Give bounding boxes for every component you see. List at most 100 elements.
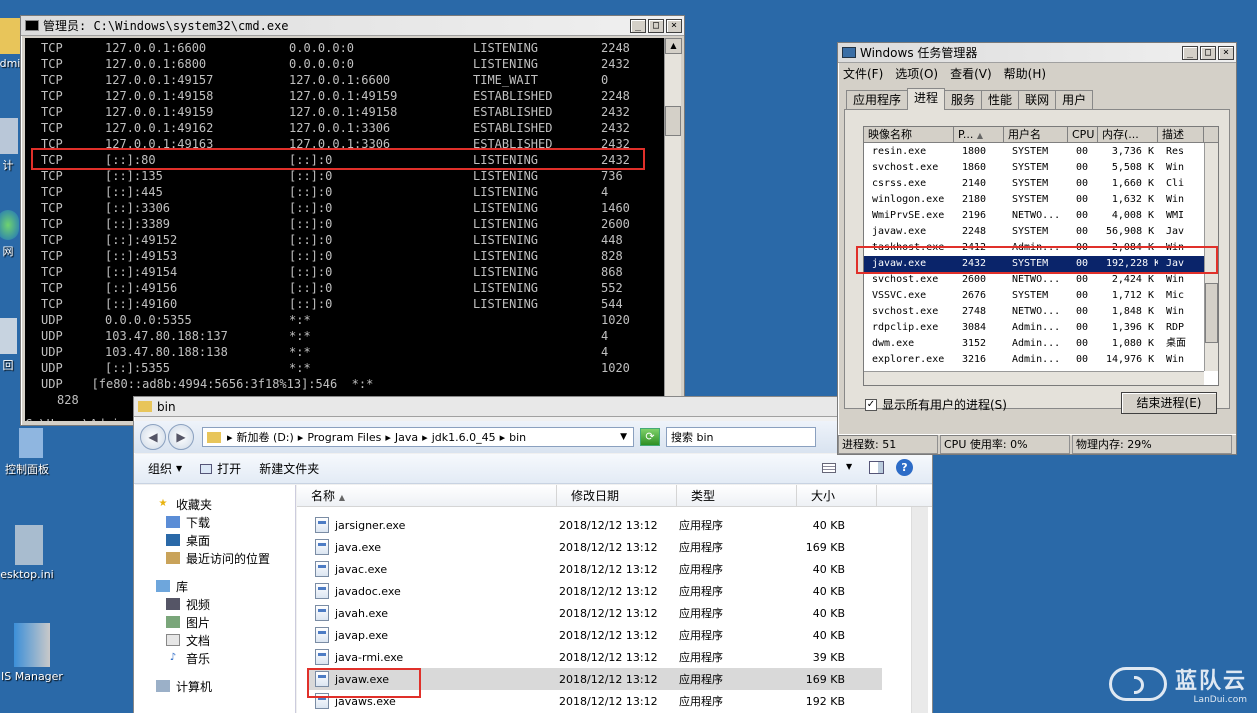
tab-applications[interactable]: 应用程序 [846,90,909,110]
back-button[interactable]: ◀ [140,424,166,450]
nav-documents[interactable]: 文档 [134,631,295,649]
process-row[interactable]: rdpclip.exe 3084 Admin... 00 1,396 K RDP [864,320,1204,336]
menu-help[interactable]: 帮助(H) [1004,65,1046,82]
process-row[interactable]: javaw.exe 2248 SYSTEM 00 56,908 K Jav [864,224,1204,240]
scroll-thumb[interactable] [1205,283,1218,343]
desktop-icon-desktop-ini[interactable]: esktop.ini [0,525,59,581]
column-name[interactable]: 名称 ▲ [297,485,557,506]
menu-view[interactable]: 查看(V) [950,65,992,82]
new-folder-button[interactable]: 新建文件夹 [259,460,319,477]
process-row[interactable]: taskhost.exe 2412 Admin... 00 2,084 K Win [864,240,1204,256]
tab-performance[interactable]: 性能 [981,90,1020,110]
tab-networking[interactable]: 联网 [1018,90,1057,110]
column-date[interactable]: 修改日期 [557,485,677,506]
column-memory[interactable]: 内存(... [1098,127,1158,142]
chevron-down-icon[interactable]: ▼ [846,462,852,471]
process-row[interactable]: dwm.exe 3152 Admin... 00 1,080 K 桌面 [864,336,1204,352]
process-row[interactable]: svchost.exe 2600 NETWO... 00 2,424 K Win [864,272,1204,288]
process-row[interactable]: explorer.exe 3216 Admin... 00 14,976 K Win [864,352,1204,368]
minimize-button[interactable]: _ [630,18,646,33]
file-row[interactable]: jarsigner.exe 2018/12/12 13:12 应用程序 40 KB [309,514,882,536]
explorer-window[interactable]: bin ◀ ▶ ▸ 新加卷 (D:) ▸ Program Files ▸ Jav… [133,396,933,713]
open-button[interactable]: 打开 [200,460,241,477]
nav-desktop[interactable]: 桌面 [134,531,295,549]
minimize-button[interactable]: _ [1182,45,1198,60]
view-options-icon[interactable] [822,463,836,473]
file-row[interactable]: java-rmi.exe 2018/12/12 13:12 应用程序 39 KB [309,646,882,668]
process-row[interactable]: WmiPrvSE.exe 2196 NETWO... 00 4,008 K WMI [864,208,1204,224]
column-image-name[interactable]: 映像名称 [864,127,954,142]
breadcrumb-item[interactable]: jdk1.6.0_45 [432,431,496,444]
column-label: P... [958,128,974,141]
scroll-thumb[interactable] [665,106,681,136]
show-all-users-checkbox[interactable]: ✓ 显示所有用户的进程(S) [865,396,1007,413]
process-row[interactable]: VSSVC.exe 2676 SYSTEM 00 1,712 K Mic [864,288,1204,304]
explorer-titlebar[interactable]: bin [134,397,932,417]
file-row[interactable]: javadoc.exe 2018/12/12 13:12 应用程序 40 KB [309,580,882,602]
process-row[interactable]: winlogon.exe 2180 SYSTEM 00 1,632 K Win [864,192,1204,208]
desktop-icon-control-panel[interactable]: 控制面板 [0,428,59,477]
column-type[interactable]: 类型 [677,485,797,506]
process-list-vscroll[interactable] [1204,143,1218,371]
forward-button[interactable]: ▶ [168,424,194,450]
process-list-hscroll[interactable] [864,371,1204,385]
cmd-titlebar[interactable]: 管理员: C:\Windows\system32\cmd.exe _ □ × [21,16,684,36]
file-list[interactable]: 名称 ▲ 修改日期 类型 大小 jarsigner.exe 2018/12/12 … [297,485,932,713]
file-row[interactable]: javaw.exe 2018/12/12 13:12 应用程序 169 KB [309,668,882,690]
file-list-scrollbar[interactable] [911,507,928,713]
file-row[interactable]: javac.exe 2018/12/12 13:12 应用程序 40 KB [309,558,882,580]
process-list[interactable]: 映像名称 P... ▲ 用户名 CPU 内存(... 描述 resin.exe 1… [863,126,1219,386]
menu-file[interactable]: 文件(F) [843,65,883,82]
desktop-icon-iis[interactable]: IS Manager [0,623,64,683]
menu-options[interactable]: 选项(O) [895,65,938,82]
column-size[interactable]: 大小 [797,485,877,506]
tab-users[interactable]: 用户 [1055,90,1094,110]
nav-downloads[interactable]: 下载 [134,513,295,531]
console-scrollbar[interactable]: ▲ [664,38,682,405]
tab-services[interactable]: 服务 [944,90,983,110]
nav-videos[interactable]: 视频 [134,595,295,613]
task-manager-window[interactable]: Windows 任务管理器 _ □ × 文件(F) 选项(O) 查看(V) 帮助… [837,42,1237,455]
breadcrumb-item[interactable]: 新加卷 (D:) [237,429,294,445]
process-row[interactable]: svchost.exe 1860 SYSTEM 00 5,508 K Win [864,160,1204,176]
nav-recent[interactable]: 最近访问的位置 [134,549,295,567]
organize-button[interactable]: 组织 ▼ [148,460,182,477]
column-pid[interactable]: P... ▲ [954,127,1004,142]
breadcrumb-item[interactable]: Java [395,431,418,444]
breadcrumb-item[interactable]: bin [509,431,526,444]
nav-favorites[interactable]: ★ 收藏夹 [134,495,295,513]
end-process-button[interactable]: 结束进程(E) [1121,392,1217,414]
netstat-local: [::]:5355 [105,361,171,375]
process-row[interactable]: resin.exe 1800 SYSTEM 00 3,736 K Res [864,144,1204,160]
tab-processes[interactable]: 进程 [907,88,946,110]
close-button[interactable]: × [1218,45,1234,60]
nav-library[interactable]: 库 [134,577,295,595]
cmd-window[interactable]: 管理员: C:\Windows\system32\cmd.exe _ □ × T… [20,15,685,426]
maximize-button[interactable]: □ [648,18,664,33]
chevron-down-icon[interactable]: ▼ [620,432,627,442]
process-row[interactable]: csrss.exe 2140 SYSTEM 00 1,660 K Cli [864,176,1204,192]
nav-pictures[interactable]: 图片 [134,613,295,631]
preview-pane-icon[interactable] [869,461,884,474]
breadcrumb-item[interactable]: Program Files [307,431,381,444]
scroll-up-arrow-icon[interactable]: ▲ [665,38,682,54]
maximize-button[interactable]: □ [1200,45,1216,60]
refresh-button[interactable]: ⟳ [640,428,660,446]
breadcrumb[interactable]: ▸ 新加卷 (D:) ▸ Program Files ▸ Java ▸ jdk1… [202,427,634,447]
file-row[interactable]: java.exe 2018/12/12 13:12 应用程序 169 KB [309,536,882,558]
help-icon[interactable]: ? [896,459,913,476]
column-description[interactable]: 描述 [1158,127,1204,142]
search-input[interactable]: 搜索 bin [666,427,816,447]
process-row[interactable]: javaw.exe 2432 SYSTEM 00 192,228 K Jav [864,256,1204,272]
file-row[interactable]: javah.exe 2018/12/12 13:12 应用程序 40 KB [309,602,882,624]
column-cpu[interactable]: CPU [1068,127,1098,142]
process-row[interactable]: svchost.exe 2748 NETWO... 00 1,848 K Win [864,304,1204,320]
column-user[interactable]: 用户名 [1004,127,1068,142]
close-button[interactable]: × [666,18,682,33]
file-row[interactable]: javaws.exe 2018/12/12 13:12 应用程序 192 KB [309,690,882,712]
nav-music[interactable]: ♪ 音乐 [134,649,295,667]
file-row[interactable]: javap.exe 2018/12/12 13:12 应用程序 40 KB [309,624,882,646]
task-manager-titlebar[interactable]: Windows 任务管理器 _ □ × [838,43,1236,63]
console-output[interactable]: TCP 127.0.0.1:6600 0.0.0.0:0 LISTENING 2248 T… [25,38,664,421]
nav-computer[interactable]: 计算机 [134,677,295,695]
